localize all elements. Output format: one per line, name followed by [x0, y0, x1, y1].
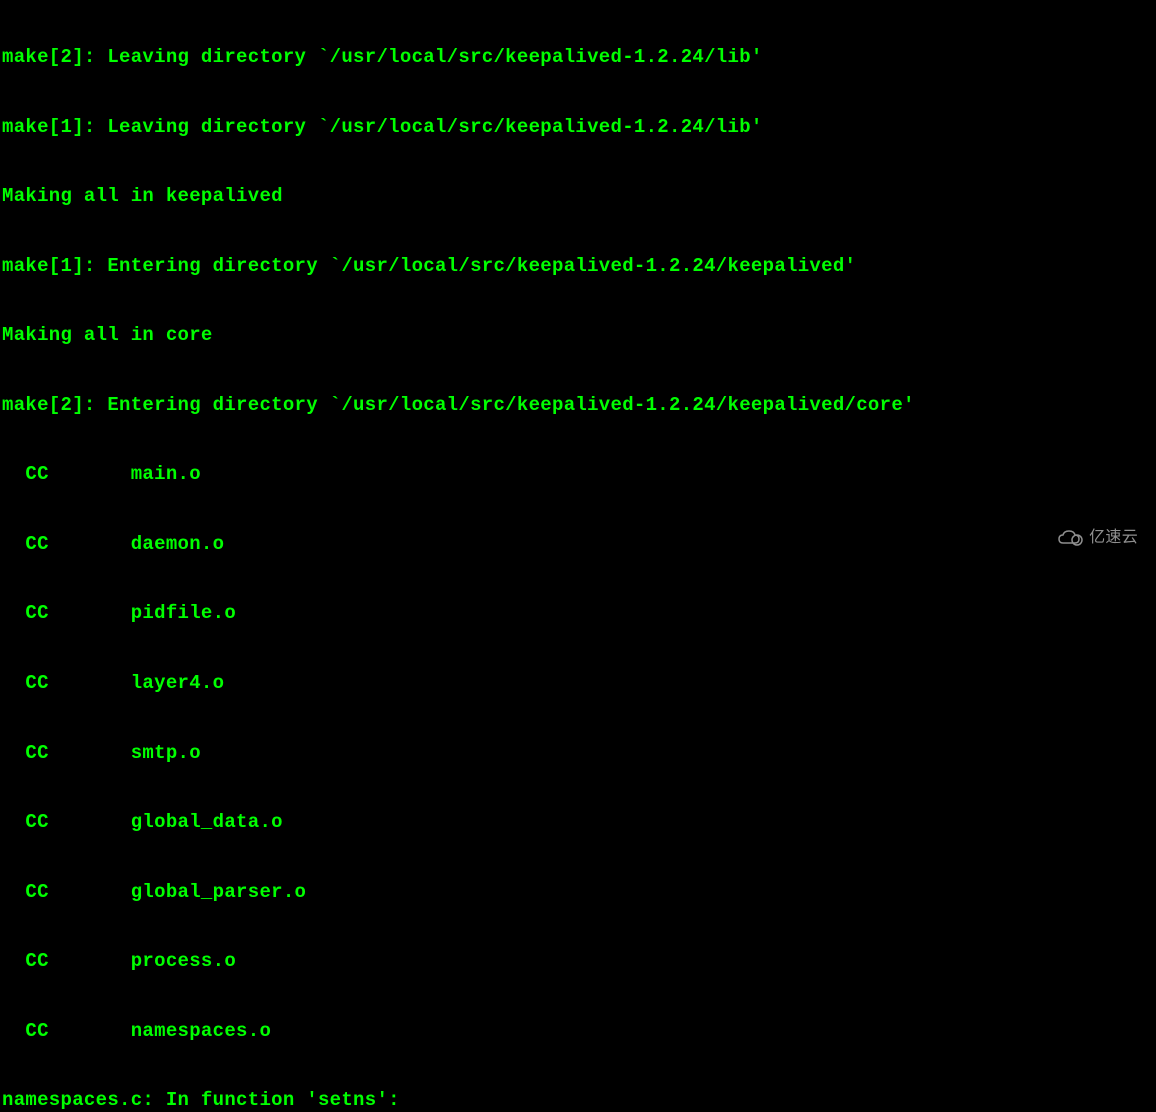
terminal-line: Making all in core: [2, 324, 1154, 347]
terminal-line: CC global_data.o: [2, 811, 1154, 834]
terminal-line: namespaces.c: In function 'setns':: [2, 1089, 1154, 1112]
terminal-line: make[1]: Entering directory `/usr/local/…: [2, 255, 1154, 278]
terminal-line: CC main.o: [2, 463, 1154, 486]
terminal-line: CC process.o: [2, 950, 1154, 973]
terminal-line: CC layer4.o: [2, 672, 1154, 695]
terminal-line: CC daemon.o: [2, 533, 1154, 556]
watermark-text: 亿速云: [1089, 528, 1138, 548]
terminal-line: CC smtp.o: [2, 742, 1154, 765]
watermark: 亿速云: [1057, 528, 1138, 548]
terminal-line: Making all in keepalived: [2, 185, 1154, 208]
terminal-output: make[2]: Leaving directory `/usr/local/s…: [2, 0, 1154, 1112]
cloud-icon: [1057, 529, 1085, 547]
terminal-line: make[2]: Leaving directory `/usr/local/s…: [2, 46, 1154, 69]
terminal-line: CC global_parser.o: [2, 881, 1154, 904]
terminal-line: CC pidfile.o: [2, 602, 1154, 625]
terminal-line: make[2]: Entering directory `/usr/local/…: [2, 394, 1154, 417]
terminal-line: make[1]: Leaving directory `/usr/local/s…: [2, 116, 1154, 139]
terminal-line: CC namespaces.o: [2, 1020, 1154, 1043]
